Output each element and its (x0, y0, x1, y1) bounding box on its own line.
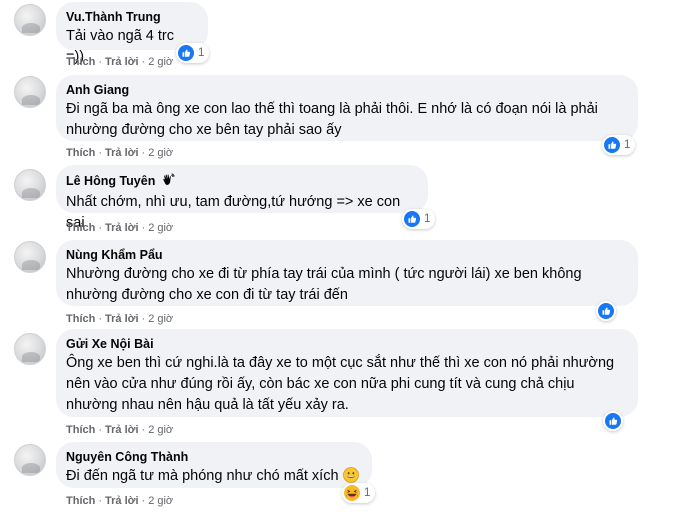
comment-actions: Thích · Trả lời · 2 giờ (66, 494, 173, 508)
comment-bubble: Nùng Khẩm Pẩu Nhường đường cho xe đi từ … (56, 240, 638, 306)
separator: · (141, 424, 146, 436)
comment-time[interactable]: 2 giờ (148, 147, 173, 159)
like-link[interactable]: Thích (66, 222, 95, 234)
separator: · (98, 424, 103, 436)
reply-link[interactable]: Trả lời (105, 424, 139, 436)
separator: · (141, 222, 146, 234)
comment-author[interactable]: Vu.Thành Trung (66, 10, 196, 25)
separator: · (98, 495, 103, 507)
like-icon (604, 137, 620, 153)
avatar[interactable] (14, 169, 46, 201)
comment-bubble: Nguyên Công Thành Đi đến ngã tư mà phóng… (56, 442, 372, 488)
comment-author[interactable]: Gửi Xe Nội Bài (66, 337, 626, 352)
like-icon (605, 413, 621, 429)
like-link[interactable]: Thích (66, 495, 95, 507)
avatar[interactable] (14, 76, 46, 108)
avatar[interactable] (14, 241, 46, 273)
separator: · (98, 222, 103, 234)
separator: · (141, 56, 146, 68)
comment-author[interactable]: Anh Giang (66, 83, 626, 98)
reaction-summary[interactable]: 1 (176, 43, 210, 63)
comment-text: Nhường đường cho xe đi từ phía tay trái … (66, 266, 582, 303)
comment-text: Đi đến ngã tư mà phóng như chó mất xích (66, 466, 360, 490)
reaction-count: 1 (198, 47, 205, 59)
reaction-summary[interactable] (596, 301, 616, 321)
comment-bubble: Gửi Xe Nội Bài Ông xe ben thì cứ nghi.là… (56, 329, 638, 417)
comment-author[interactable]: Nùng Khẩm Pẩu (66, 248, 626, 263)
comment-text-body: Đi đến ngã tư mà phóng như chó mất xích (66, 468, 339, 484)
comment-feed: Vu.Thành Trung Tải vào ngã 4 trc =)) 1 T… (0, 0, 684, 514)
like-icon (178, 45, 194, 61)
reply-link[interactable]: Trả lời (105, 495, 139, 507)
reply-link[interactable]: Trả lời (105, 313, 139, 325)
comment-time[interactable]: 2 giờ (148, 495, 173, 507)
separator: · (141, 313, 146, 325)
like-icon (404, 211, 420, 227)
waving-hand-icon (161, 173, 176, 191)
comment-bubble: Lê Hông Tuyên Nhất chớm, nhì ưu, tam đườ… (56, 165, 428, 231)
reply-link[interactable]: Trả lời (105, 222, 139, 234)
comment-actions: Thích · Trả lời · 2 giờ (66, 312, 173, 326)
separator: · (98, 56, 103, 68)
like-link[interactable]: Thích (66, 147, 95, 159)
laughing-face-icon (344, 485, 360, 501)
comment-actions: Thích · Trả lời · 2 giờ (66, 221, 173, 235)
like-icon (598, 303, 614, 319)
avatar[interactable] (14, 4, 46, 36)
separator: · (98, 147, 103, 159)
comment-author[interactable]: Lê Hông Tuyên (66, 173, 416, 191)
comment-text: Ông xe ben thì cứ nghi.là ta đây xe to m… (66, 355, 615, 413)
separator: · (141, 147, 146, 159)
like-link[interactable]: Thích (66, 313, 95, 325)
avatar[interactable] (14, 444, 46, 476)
author-name[interactable]: Lê Hông Tuyên (66, 174, 155, 188)
reaction-summary[interactable] (603, 411, 623, 431)
reaction-summary[interactable]: 1 (402, 209, 436, 229)
reaction-count: 1 (624, 139, 631, 151)
comment-time[interactable]: 2 giờ (148, 313, 173, 325)
like-link[interactable]: Thích (66, 56, 95, 68)
separator: · (98, 313, 103, 325)
avatar[interactable] (14, 333, 46, 365)
comment-author[interactable]: Nguyên Công Thành (66, 450, 360, 465)
reaction-summary[interactable]: 1 (342, 483, 376, 503)
comment-actions: Thích · Trả lời · 2 giờ (66, 146, 173, 160)
comment-time[interactable]: 2 giờ (148, 56, 173, 68)
reaction-summary[interactable]: 1 (602, 135, 636, 155)
comment-actions: Thích · Trả lời · 2 giờ (66, 423, 173, 437)
comment-time[interactable]: 2 giờ (148, 222, 173, 234)
like-link[interactable]: Thích (66, 424, 95, 436)
separator: · (141, 495, 146, 507)
reply-link[interactable]: Trả lời (105, 56, 139, 68)
reaction-count: 1 (364, 487, 371, 499)
reaction-count: 1 (424, 213, 431, 225)
reply-link[interactable]: Trả lời (105, 147, 139, 159)
comment-bubble: Anh Giang Đi ngã ba mà ông xe con lao th… (56, 75, 638, 141)
comment-time[interactable]: 2 giờ (148, 424, 173, 436)
comment-actions: Thích · Trả lời · 2 giờ (66, 55, 173, 69)
comment-text: Đi ngã ba mà ông xe con lao thế thì toan… (66, 101, 598, 138)
